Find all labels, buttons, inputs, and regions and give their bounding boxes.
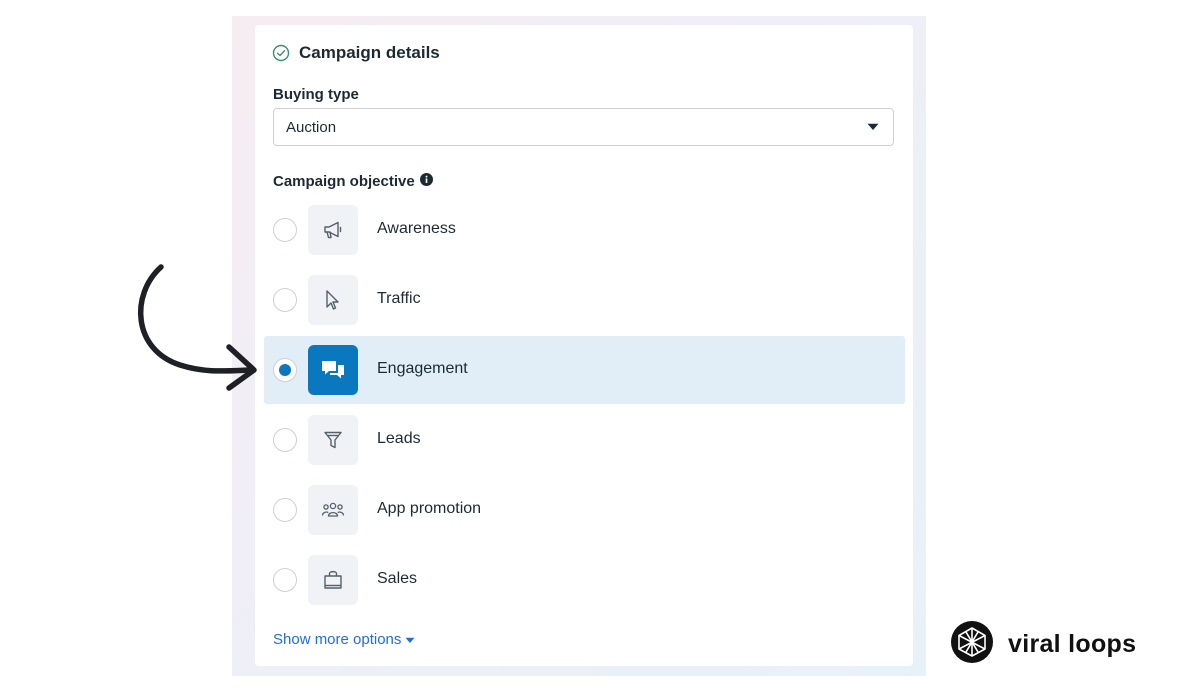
radio-app-promotion[interactable] — [273, 498, 297, 522]
cursor-icon — [308, 275, 358, 325]
campaign-objective-label: Campaign objective — [273, 173, 433, 190]
buying-type-label: Buying type — [273, 86, 359, 103]
check-circle-icon — [272, 44, 290, 62]
option-label: Leads — [377, 430, 421, 447]
objective-option-engagement[interactable]: Engagement — [264, 336, 905, 404]
objective-option-sales[interactable]: Sales — [264, 546, 905, 614]
buying-type-value: Auction — [286, 118, 337, 136]
objective-option-traffic[interactable]: Traffic — [264, 266, 905, 334]
chat-bubbles-icon — [308, 345, 358, 395]
curved-arrow-annotation — [125, 255, 265, 400]
show-more-options-link[interactable]: Show more options — [273, 631, 415, 648]
campaign-objective-text: Campaign objective — [273, 173, 415, 190]
panel-title: Campaign details — [299, 43, 440, 62]
show-more-label: Show more options — [273, 631, 402, 648]
radio-engagement[interactable] — [273, 358, 297, 382]
info-icon[interactable] — [419, 173, 433, 190]
caret-down-icon — [401, 631, 415, 648]
viral-loops-logo: viral loops — [950, 620, 1136, 669]
objective-option-leads[interactable]: Leads — [264, 406, 905, 474]
people-icon — [308, 485, 358, 535]
radio-leads[interactable] — [273, 428, 297, 452]
radio-traffic[interactable] — [273, 288, 297, 312]
option-label: Awareness — [377, 220, 456, 237]
objective-option-awareness[interactable]: Awareness — [264, 196, 905, 264]
shopping-bag-icon — [308, 555, 358, 605]
radio-sales[interactable] — [273, 568, 297, 592]
brand-name: viral loops — [1008, 630, 1137, 658]
option-label: App promotion — [377, 500, 482, 517]
funnel-icon — [308, 415, 358, 465]
option-label: Engagement — [377, 360, 468, 377]
panel-header: Campaign details — [272, 43, 440, 63]
option-label: Sales — [377, 570, 418, 587]
option-label: Traffic — [377, 290, 421, 307]
megaphone-icon — [308, 205, 358, 255]
objective-option-app-promotion[interactable]: App promotion — [264, 476, 905, 544]
campaign-details-panel: Campaign details Buying type Auction Cam… — [255, 25, 913, 666]
buying-type-select[interactable]: Auction — [273, 108, 894, 146]
viral-loops-mark-icon — [950, 620, 994, 669]
radio-awareness[interactable] — [273, 218, 297, 242]
caret-down-icon — [867, 118, 879, 136]
